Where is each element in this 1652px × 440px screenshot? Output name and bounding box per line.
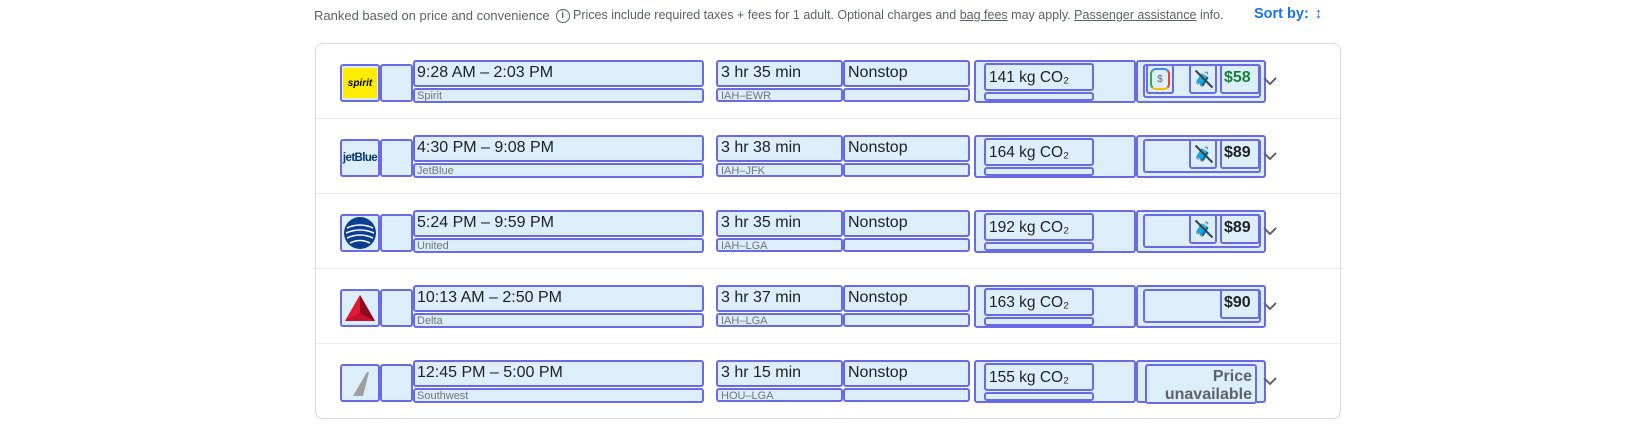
- flight-price: $89: [1220, 214, 1260, 244]
- no-carry-on-bag: 🧳: [1189, 139, 1217, 169]
- passenger-assistance-link[interactable]: Passenger assistance: [1074, 8, 1196, 22]
- no-bag-icon: 🧳: [1194, 219, 1212, 239]
- sort-by-label: Sort by:: [1254, 6, 1309, 22]
- info-icon[interactable]: i: [555, 8, 570, 23]
- co2-emissions: 155 kg CO₂: [984, 363, 1094, 391]
- sort-by-button[interactable]: Sort by: ↕: [1254, 6, 1322, 22]
- price-guarantee[interactable]: $: [1146, 64, 1174, 94]
- flight-route: IAH–JFK: [716, 163, 843, 177]
- stops-detail: [843, 313, 970, 327]
- expand-chevron-down-icon[interactable]: [1260, 371, 1280, 391]
- logo-spacer: [380, 139, 413, 177]
- co2-emissions: 141 kg CO₂: [984, 63, 1094, 91]
- flight-row[interactable]: 10:13 AM – 2:50 PM Delta 3 hr 37 min IAH–LG…: [316, 269, 1340, 344]
- co2-emissions: 163 kg CO₂: [984, 288, 1094, 316]
- logo-spacer: [380, 289, 413, 327]
- airline-name: JetBlue: [413, 163, 704, 178]
- price-note: Prices include required taxes + fees for…: [573, 8, 1224, 22]
- united-logo-icon: [344, 217, 376, 249]
- price-unavailable: Price unavailable: [1145, 364, 1257, 404]
- stops-count: Nonstop: [843, 135, 970, 162]
- no-bag-icon: 🧳: [1194, 144, 1212, 164]
- departure-arrival-times: 9:28 AM – 2:03 PM: [413, 60, 704, 87]
- southwest-logo-icon: [353, 372, 369, 396]
- expand-chevron-down-icon[interactable]: [1260, 146, 1280, 166]
- sort-icon: ↕: [1314, 6, 1323, 22]
- price-guarantee-icon: $: [1150, 68, 1170, 90]
- co2-emissions: 192 kg CO₂: [984, 213, 1094, 241]
- flight-route: IAH–LGA: [716, 238, 843, 252]
- spirit-logo-icon: spirit: [343, 68, 377, 98]
- expand-chevron-down-icon[interactable]: [1260, 221, 1280, 241]
- flight-duration: 3 hr 35 min: [716, 210, 843, 237]
- flight-route: IAH–LGA: [716, 313, 843, 327]
- airline-logo: spirit: [340, 64, 380, 102]
- flight-duration: 3 hr 15 min: [716, 360, 843, 387]
- emissions-bar: [984, 392, 1094, 401]
- emissions-bar: [984, 317, 1094, 326]
- departure-arrival-times: 12:45 PM – 5:00 PM: [413, 360, 704, 387]
- ranking-note: Ranked based on price and convenience i: [314, 8, 570, 23]
- ranking-text: Ranked based on price and convenience: [314, 8, 550, 23]
- emissions-bar: [984, 167, 1094, 176]
- flight-row[interactable]: 5:24 PM – 9:59 PM United 3 hr 35 min IAH–LG…: [316, 194, 1340, 269]
- airline-name: Southwest: [413, 388, 704, 403]
- flight-route: HOU–LGA: [716, 388, 843, 402]
- price-note-middle: may apply.: [1011, 8, 1071, 22]
- flight-price: $90: [1220, 289, 1260, 319]
- co2-emissions: 164 kg CO₂: [984, 138, 1094, 166]
- no-carry-on-bag: 🧳: [1189, 214, 1217, 244]
- flight-results-list: spirit 9:28 AM – 2:03 PM Spirit 3 hr 35 min…: [315, 43, 1341, 419]
- flight-price: $89: [1220, 139, 1260, 169]
- departure-arrival-times: 5:24 PM – 9:59 PM: [413, 210, 704, 237]
- airline-name: United: [413, 238, 704, 253]
- departure-arrival-times: 10:13 AM – 2:50 PM: [413, 285, 704, 312]
- airline-logo: [340, 364, 380, 402]
- logo-spacer: [380, 214, 413, 252]
- bag-fees-link[interactable]: bag fees: [960, 8, 1008, 22]
- stops-count: Nonstop: [843, 360, 970, 387]
- emissions-bar: [984, 242, 1094, 251]
- flight-route: IAH–EWR: [716, 88, 843, 102]
- stops-detail: [843, 88, 970, 102]
- airline-name: Delta: [413, 313, 704, 328]
- stops-detail: [843, 238, 970, 252]
- flight-row[interactable]: jetBlue 4:30 PM – 9:08 PM JetBlue 3 hr 38 m…: [316, 119, 1340, 194]
- price-note-prefix: Prices include required taxes + fees for…: [573, 8, 957, 22]
- jetblue-logo-icon: jetBlue: [342, 152, 378, 164]
- results-header: Ranked based on price and convenience i …: [0, 0, 1652, 34]
- no-carry-on-bag: 🧳: [1189, 64, 1217, 94]
- airline-logo: jetBlue: [340, 139, 380, 177]
- flight-duration: 3 hr 35 min: [716, 60, 843, 87]
- flight-duration: 3 hr 38 min: [716, 135, 843, 162]
- stops-count: Nonstop: [843, 210, 970, 237]
- flight-price: $58: [1220, 64, 1260, 94]
- stops-detail: [843, 388, 970, 402]
- departure-arrival-times: 4:30 PM – 9:08 PM: [413, 135, 704, 162]
- stops-detail: [843, 163, 970, 177]
- flight-row[interactable]: spirit 9:28 AM – 2:03 PM Spirit 3 hr 35 min…: [316, 44, 1340, 119]
- airline-logo: [340, 214, 380, 252]
- expand-chevron-down-icon[interactable]: [1260, 296, 1280, 316]
- price-note-suffix: info.: [1199, 8, 1224, 22]
- airline-name: Spirit: [413, 88, 704, 103]
- stops-count: Nonstop: [843, 285, 970, 312]
- flight-duration: 3 hr 37 min: [716, 285, 843, 312]
- airline-logo: [340, 289, 380, 327]
- expand-chevron-down-icon[interactable]: [1260, 71, 1280, 91]
- logo-spacer: [380, 64, 413, 102]
- delta-logo-icon: [345, 295, 375, 321]
- no-bag-icon: 🧳: [1194, 69, 1212, 89]
- emissions-bar: [984, 92, 1094, 101]
- stops-count: Nonstop: [843, 60, 970, 87]
- logo-spacer: [380, 364, 413, 402]
- flight-row[interactable]: 12:45 PM – 5:00 PM Southwest 3 hr 15 min HO…: [316, 344, 1340, 418]
